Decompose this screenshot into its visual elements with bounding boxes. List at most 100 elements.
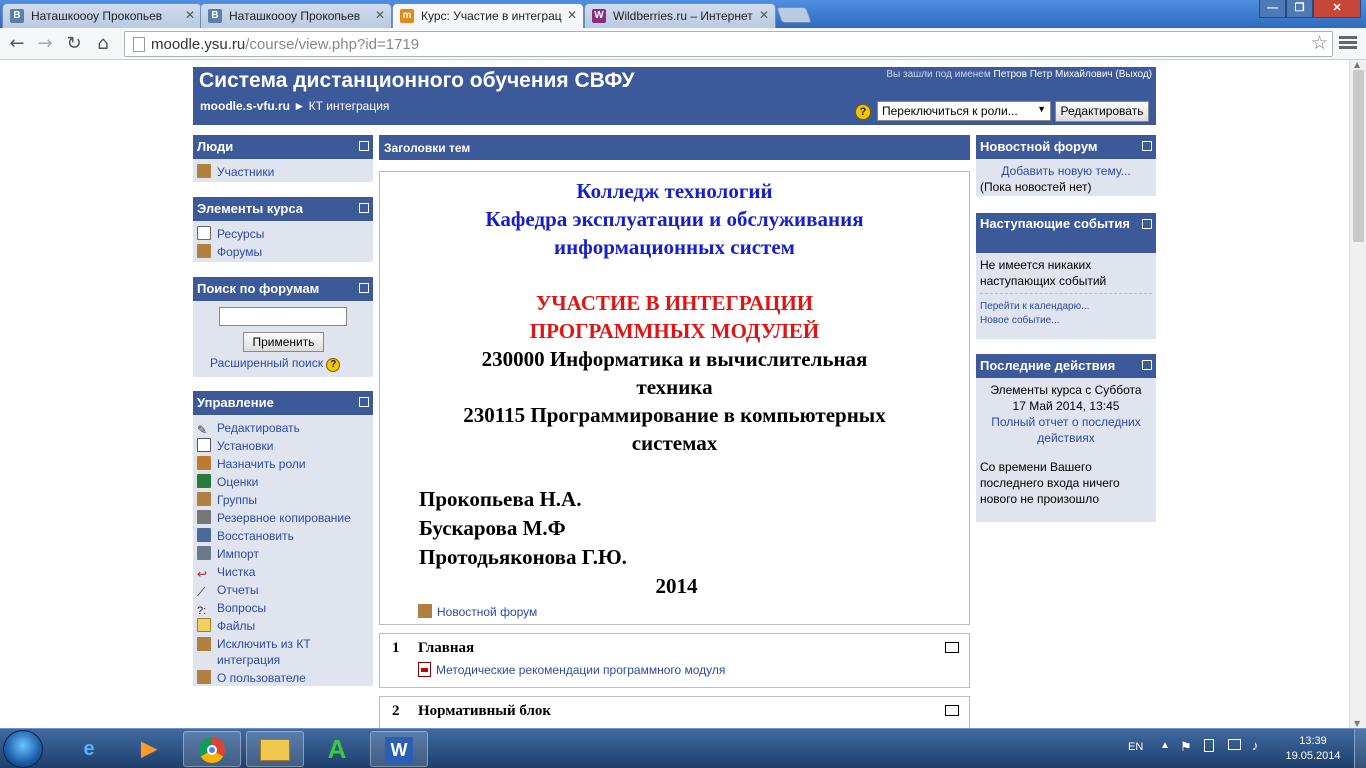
close-icon[interactable]: ✕ — [185, 8, 195, 22]
section-number: 2 — [392, 703, 400, 719]
admin-restore-link[interactable]: Восстановить — [197, 527, 369, 545]
admin-files-link[interactable]: Файлы — [197, 617, 369, 635]
media-player-icon[interactable]: ▶ — [120, 731, 178, 767]
add-topic-link[interactable]: Добавить новую тему... — [980, 163, 1152, 179]
admin-grades-link[interactable]: Оценки — [197, 473, 369, 491]
advanced-search-link[interactable]: Расширенный поиск ? — [210, 356, 341, 372]
browser-tab-2[interactable]: В Наташкоооу Прокопьев ✕ — [200, 3, 392, 28]
edit-mode-button[interactable]: Редактировать — [1055, 101, 1149, 122]
device-icon[interactable] — [1204, 739, 1214, 752]
language-indicator[interactable]: EN — [1128, 741, 1143, 753]
breadcrumb: moodle.s-vfu.ru ► КТ интеграция — [200, 99, 389, 113]
volume-icon[interactable]: ♪ — [1252, 738, 1259, 753]
forums-link[interactable]: Форумы — [197, 243, 369, 261]
chrome-menu-icon[interactable] — [1339, 34, 1357, 52]
browser-toolbar: ← → ↻ ⌂ moodle.ysu.ru/course/view.php?id… — [0, 28, 1366, 60]
full-report-link[interactable]: Полный отчет о последних действиях — [980, 414, 1152, 446]
word-icon[interactable]: W — [370, 731, 428, 767]
collapse-toggle-icon[interactable] — [1142, 360, 1152, 370]
pencil-icon: ✎ — [197, 423, 208, 437]
block-header: Элементы курса — [193, 197, 373, 221]
tab-label: Wildberries.ru – Интернет — [613, 9, 753, 23]
forward-arrow-icon[interactable]: → — [34, 33, 56, 55]
section-toggle-icon[interactable] — [945, 642, 959, 653]
system-clock[interactable]: 13:39 19.05.2014 — [1283, 734, 1343, 764]
home-icon[interactable]: ⌂ — [92, 33, 114, 55]
browser-tab-1[interactable]: В Наташкоооу Прокопьев ✕ — [2, 3, 202, 28]
chrome-icon[interactable] — [183, 731, 241, 767]
author-1: Прокопьева Н.А. — [419, 487, 582, 511]
course-section-2: 2 Нормативный блок — [379, 696, 970, 728]
breadcrumb-home[interactable]: moodle.s-vfu.ru — [200, 99, 290, 113]
administration-block: Управление ✎ Редактировать Установки Назн… — [193, 391, 373, 686]
section-toggle-icon[interactable] — [945, 705, 959, 716]
reload-icon[interactable]: ↻ — [63, 33, 85, 55]
resources-link[interactable]: Ресурсы — [197, 225, 369, 243]
participants-link[interactable]: Участники — [197, 163, 369, 181]
help-icon[interactable]: ? — [326, 358, 341, 372]
new-tab-button[interactable] — [776, 7, 812, 23]
admin-profile-link[interactable]: О пользователе — [197, 669, 369, 687]
ie-icon[interactable]: e — [60, 731, 118, 767]
admin-questions-link[interactable]: ?: Вопросы — [197, 599, 369, 617]
backup-icon — [197, 510, 211, 524]
reset-arrow-icon: ↩ — [197, 567, 208, 581]
breadcrumb-separator: ► — [293, 99, 306, 113]
admin-settings-link[interactable]: Установки — [197, 437, 369, 455]
forum-search-input[interactable] — [219, 307, 347, 326]
minimize-button[interactable]: — — [1259, 0, 1286, 18]
url-path: /course/view.php?id=1719 — [245, 36, 420, 53]
calendar-link[interactable]: Перейти к календарю... — [980, 300, 1152, 314]
scrollbar-thumb[interactable] — [1353, 70, 1364, 242]
site-title: Система дистанционного обучения СВФУ — [199, 69, 635, 92]
browser-tab-4[interactable]: W Wildberries.ru – Интернет ✕ — [584, 3, 776, 28]
windows-start-icon[interactable] — [3, 730, 43, 768]
course-section-1: 1 Главная Методические рекомендации прог… — [379, 633, 970, 688]
close-icon[interactable]: ✕ — [567, 8, 577, 22]
close-icon[interactable]: ✕ — [759, 8, 769, 22]
admin-unenrol-link[interactable]: Исключить из КТ интеграция — [197, 636, 369, 668]
network-icon[interactable] — [1228, 739, 1241, 750]
section-resource-link[interactable]: Методические рекомендации программного м… — [418, 662, 725, 677]
search-apply-button[interactable]: Применить — [243, 332, 324, 352]
admin-groups-link[interactable]: Группы — [197, 491, 369, 509]
new-event-link[interactable]: Новое событие... — [980, 314, 1152, 328]
windows-taskbar: e ▶ A W EN ▲ ⚑ ♪ 13:39 19.05.2014 — [0, 728, 1366, 768]
scroll-up-icon[interactable]: ▲ — [1354, 60, 1360, 69]
specialty-1-line-1: 230000 Информатика и вычислительная — [481, 347, 868, 371]
section-title: Нормативный блок — [418, 703, 552, 719]
admin-reset-link[interactable]: ↩ Чистка — [197, 563, 369, 581]
collapse-toggle-icon[interactable] — [359, 141, 369, 151]
collapse-toggle-icon[interactable] — [359, 203, 369, 213]
collapse-toggle-icon[interactable] — [359, 283, 369, 293]
browser-tab-3[interactable]: m Курс: Участие в интеграц ✕ — [392, 3, 584, 28]
help-icon[interactable]: ? — [855, 104, 871, 120]
flag-icon[interactable]: ⚑ — [1180, 739, 1192, 755]
explorer-icon[interactable] — [246, 731, 304, 767]
collapse-toggle-icon[interactable] — [359, 397, 369, 407]
collapse-toggle-icon[interactable] — [1142, 141, 1152, 151]
bookmark-star-icon[interactable]: ☆ — [1311, 32, 1328, 55]
admin-roles-link[interactable]: Назначить роли — [197, 455, 369, 473]
logout-link[interactable]: (Выход) — [1115, 69, 1152, 80]
admin-reports-link[interactable]: ⟋ Отчеты — [197, 581, 369, 599]
block-title: Управление — [197, 395, 274, 410]
back-arrow-icon[interactable]: ← — [6, 33, 28, 55]
page-scrollbar[interactable]: ▲ ▼ — [1349, 60, 1366, 728]
address-bar[interactable]: moodle.ysu.ru/course/view.php?id=1719 ☆ — [124, 31, 1333, 57]
close-icon[interactable]: ✕ — [375, 8, 385, 22]
collapse-toggle-icon[interactable] — [1142, 219, 1152, 229]
admin-edit-link[interactable]: ✎ Редактировать — [197, 419, 369, 437]
news-forum-link[interactable]: Новостной форум — [380, 604, 969, 619]
scroll-down-icon[interactable]: ▼ — [1354, 719, 1360, 728]
admin-import-link[interactable]: Импорт — [197, 545, 369, 563]
maximize-button[interactable]: ❐ — [1286, 0, 1313, 18]
app-a-icon[interactable]: A — [308, 731, 366, 767]
tray-expand-icon[interactable]: ▲ — [1160, 740, 1170, 751]
admin-backup-link[interactable]: Резервное копирование — [197, 509, 369, 527]
window-close-button[interactable]: ✕ — [1313, 0, 1361, 18]
show-desktop-button[interactable] — [1354, 729, 1366, 768]
role-switch-select[interactable]: Переключиться к роли... ▼ — [877, 101, 1051, 121]
nothing-new-text: Со времени Вашего последнего входа ничег… — [980, 460, 1120, 506]
login-user-link[interactable]: Петров Петр Михайлович — [994, 69, 1113, 80]
